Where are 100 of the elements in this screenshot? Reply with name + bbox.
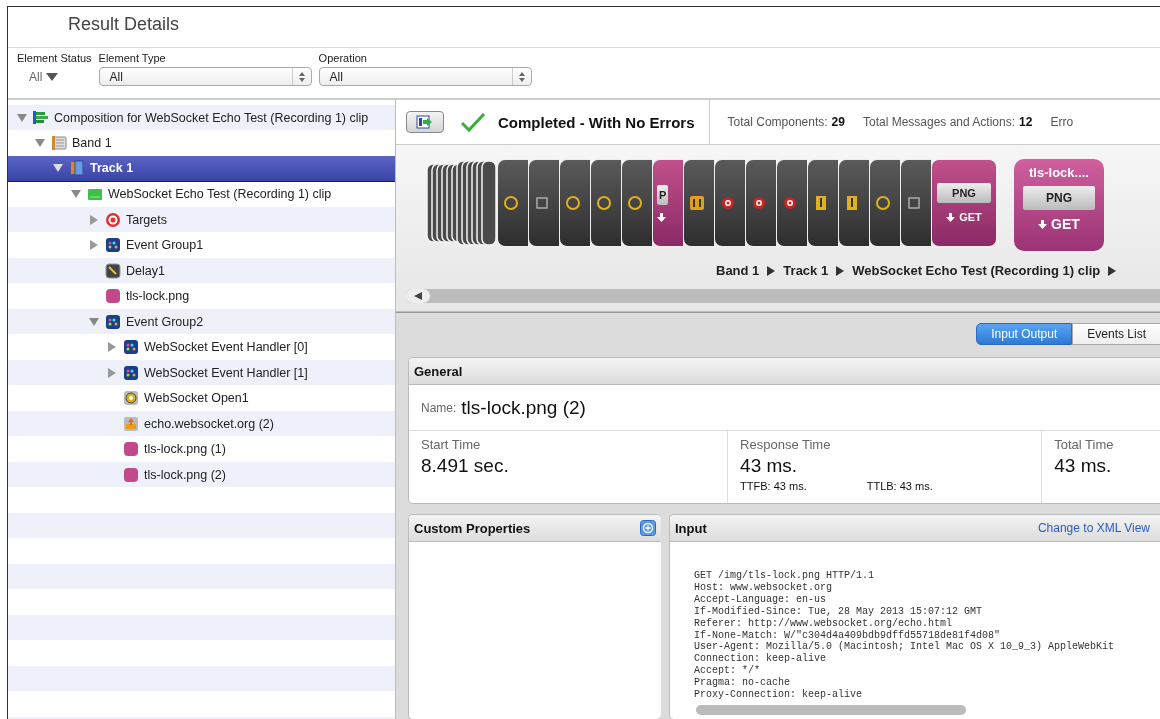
- tree-item[interactable]: Band 1: [8, 130, 395, 156]
- ring-icon: [504, 196, 518, 210]
- step-card[interactable]: [900, 159, 931, 247]
- step-card[interactable]: [497, 159, 528, 247]
- format-label: PNG: [937, 183, 991, 203]
- tree-item[interactable]: Composition for WebSocket Echo Test (Recording 1) clip: [8, 105, 395, 131]
- panel-title: General: [414, 363, 463, 379]
- tree-item[interactable]: Track 1: [8, 156, 395, 182]
- tilted-bar-icon: [105, 262, 121, 279]
- panel-arrow-icon: [416, 115, 434, 129]
- page-title: Result Details: [67, 13, 181, 35]
- step-card[interactable]: [776, 159, 807, 247]
- target-icon: [783, 196, 797, 210]
- breadcrumb-arrow-icon: [1108, 265, 1117, 276]
- media-card[interactable]: PNG GET: [931, 159, 997, 247]
- step-card[interactable]: [559, 159, 590, 247]
- breadcrumb-item[interactable]: Band 1: [716, 263, 760, 278]
- method-label: GET: [959, 211, 982, 223]
- panel-title: Custom Properties: [414, 520, 531, 536]
- summary-stat: Erro: [1050, 115, 1074, 129]
- collapse-triangle-icon[interactable]: [35, 138, 45, 149]
- stepper-arrows-icon: [518, 71, 525, 82]
- filter-label: Element Type: [98, 52, 167, 64]
- checkmark-icon: [460, 111, 486, 133]
- expand-triangle-icon[interactable]: [89, 240, 99, 251]
- metric-label: Total Time: [1054, 437, 1115, 452]
- filter-select[interactable]: All: [318, 67, 532, 86]
- rounded-square-icon: [105, 288, 121, 305]
- format-label: P: [657, 184, 669, 205]
- filter-label: Element Status: [17, 52, 92, 64]
- filter-label: Operation: [318, 52, 368, 64]
- tree-item[interactable]: echo.websocket.org (2): [8, 411, 395, 437]
- media-card[interactable]: P: [652, 159, 683, 247]
- filter-value: All: [29, 69, 43, 84]
- collapse-triangle-icon[interactable]: [71, 189, 81, 200]
- tree-item[interactable]: WebSocket Open1: [8, 385, 395, 411]
- filter-select[interactable]: All: [98, 67, 312, 86]
- metric-detail: TTFB: 43 ms.: [740, 480, 807, 492]
- stepper-arrows-icon: [298, 71, 305, 82]
- breadcrumb-item[interactable]: WebSocket Echo Test (Recording 1) clip: [852, 263, 1101, 278]
- summary-stat: Total Components: 29: [727, 115, 845, 129]
- breadcrumb-item[interactable]: Track 1: [783, 263, 829, 278]
- step-card[interactable]: [869, 159, 900, 247]
- collapse-triangle-icon[interactable]: [89, 316, 99, 327]
- step-card[interactable]: [683, 159, 714, 247]
- tree-item[interactable]: WebSocket Event Handler [1]: [8, 360, 395, 386]
- summary-stat: Total Messages and Actions: 12: [862, 115, 1033, 129]
- circle-icon: [123, 390, 139, 407]
- notebook-icon: [51, 135, 67, 152]
- metric-label: Response Time: [740, 437, 832, 452]
- tree-item[interactable]: tls-lock.png (1): [8, 436, 395, 462]
- horizontal-scrollbar[interactable]: [406, 289, 1160, 303]
- tree-item[interactable]: Event Group1: [8, 232, 395, 258]
- down-arrow-icon: [946, 212, 956, 222]
- tree-item[interactable]: Event Group2: [8, 309, 395, 335]
- target-icon: [721, 196, 735, 210]
- export-button[interactable]: [406, 111, 444, 133]
- selected-card[interactable]: tls-lock.... PNG GET: [1014, 159, 1104, 251]
- dots-grid-icon: [123, 339, 139, 356]
- step-card[interactable]: [838, 159, 869, 247]
- ring-icon: [566, 196, 580, 210]
- xml-view-link[interactable]: Change to XML View: [1037, 521, 1150, 535]
- tree-item[interactable]: tls-lock.png: [8, 283, 395, 309]
- step-card[interactable]: [714, 159, 745, 247]
- request-text: GET /img/tls-lock.png HTTP/1.1 Host: www.websocket.org Accept-Language: en-us If-Modified-Since: Tue, 28 May 2013 15:07:12 GMT Referer: http://www.websocket.org/echo.html If-None-Match: W/"c304d4a409bdb9dffd55718de81f4d08" User-Agent: Mozilla/5.0 (Macintosh; Intel Mac OS X 10_9_3) AppleWebKit Connection: keep-alive Accept: */* Pragma: no-cache Proxy-Connection: keep-alive: [693, 569, 1116, 701]
- horizontal-scrollbar[interactable]: [696, 704, 966, 715]
- square-icon: [535, 196, 549, 210]
- format-label: PNG: [1023, 186, 1095, 210]
- rounded-square-icon: [123, 441, 139, 458]
- collapse-triangle-icon[interactable]: [17, 112, 27, 123]
- dropdown-arrow-icon[interactable]: [46, 72, 59, 81]
- metric-value: 43 ms.: [740, 455, 799, 477]
- step-card[interactable]: [745, 159, 776, 247]
- ring-icon: [628, 196, 642, 210]
- tree-item[interactable]: Targets: [8, 207, 395, 233]
- step-card[interactable]: [590, 159, 621, 247]
- metric-value: 8.491 sec.: [421, 455, 510, 477]
- bookmark-icon: [69, 160, 85, 177]
- expand-triangle-icon[interactable]: [107, 342, 117, 353]
- tree-item[interactable]: WebSocket Echo Test (Recording 1) clip: [8, 181, 395, 207]
- tree-item[interactable]: tls-lock.png (2): [8, 462, 395, 488]
- tree-item[interactable]: WebSocket Event Handler [0]: [8, 334, 395, 360]
- dots-grid-icon: [105, 237, 121, 254]
- tab[interactable]: Events List: [1072, 323, 1160, 345]
- step-card[interactable]: [621, 159, 652, 247]
- breadcrumb-arrow-icon: [767, 265, 776, 276]
- down-arrow-icon: [657, 212, 666, 222]
- field-value: tls-lock.png (2): [461, 396, 586, 419]
- step-card[interactable]: [807, 159, 838, 247]
- status-text: Completed - With No Errors: [498, 100, 710, 144]
- breadcrumb-arrow-icon: [836, 265, 845, 276]
- upload-icon: [123, 415, 139, 432]
- dots-grid-icon: [105, 313, 121, 330]
- collapse-triangle-icon[interactable]: [53, 163, 63, 174]
- tree-item[interactable]: Delay1: [8, 258, 395, 284]
- add-icon[interactable]: [640, 520, 656, 536]
- target-icon: [105, 211, 121, 228]
- rectangle-icon: [87, 186, 103, 203]
- left-arrow-icon[interactable]: [414, 292, 422, 300]
- step-card[interactable]: [528, 159, 559, 247]
